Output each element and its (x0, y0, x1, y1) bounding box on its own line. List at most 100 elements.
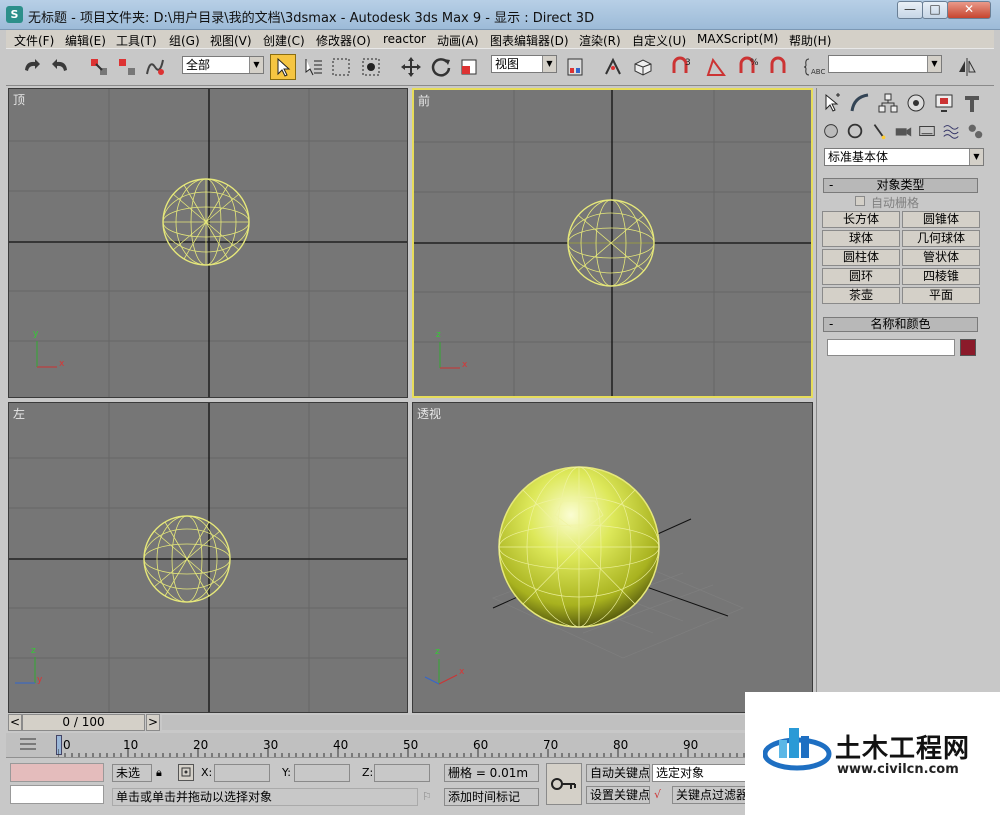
viewport-top[interactable]: 顶 y x (8, 88, 408, 398)
select-and-manipulate-icon[interactable] (600, 54, 626, 80)
edit-named-selection-icon[interactable]: ABC (801, 54, 827, 80)
time-tag-icon[interactable]: ⚐ (422, 790, 432, 803)
menu-views[interactable]: 视图(V) (210, 32, 252, 49)
display-tab-icon[interactable] (931, 90, 957, 116)
auto-key-button[interactable]: 自动关键点 (586, 764, 650, 782)
mirror-icon[interactable] (954, 54, 980, 80)
name-and-color-rollout[interactable]: - 名称和颜色 (823, 317, 978, 332)
unlink-selection-icon[interactable] (114, 54, 140, 80)
y-coordinate-input[interactable] (294, 764, 350, 782)
menu-customize[interactable]: 自定义(U) (632, 32, 686, 49)
shapes-icon[interactable] (845, 118, 865, 144)
viewport-perspective-canvas (424, 466, 745, 685)
menu-edit[interactable]: 编辑(E) (65, 32, 106, 49)
lock-icon[interactable]: 🔒︎ (156, 766, 162, 780)
rollout-collapse-icon: - (829, 178, 834, 192)
menu-group[interactable]: 组(G) (169, 32, 200, 49)
sphere-button[interactable]: 球体 (822, 230, 900, 247)
viewport-perspective[interactable]: 透视 z x (412, 402, 813, 713)
select-and-link-icon[interactable] (86, 54, 112, 80)
time-slider-track[interactable] (162, 715, 812, 730)
z-coordinate-input[interactable] (374, 764, 430, 782)
torus-button[interactable]: 圆环 (822, 268, 900, 285)
teapot-button[interactable]: 茶壶 (822, 287, 900, 304)
lights-icon[interactable] (869, 118, 889, 144)
menu-animation[interactable]: 动画(A) (437, 32, 479, 49)
viewport-left[interactable]: 左 z y (8, 402, 408, 713)
pivot-center-icon[interactable] (562, 54, 588, 80)
maximize-button[interactable]: □ (922, 1, 948, 19)
menu-file[interactable]: 文件(F) (14, 32, 54, 49)
maxscript-listener-mini[interactable] (10, 763, 104, 782)
select-object-icon[interactable] (270, 54, 296, 80)
rectangular-selection-icon[interactable] (328, 54, 354, 80)
create-tab-icon[interactable] (819, 90, 845, 116)
select-and-rotate-icon[interactable] (428, 54, 454, 80)
percent-snap-icon[interactable]: % (735, 54, 761, 80)
select-by-name-icon[interactable] (300, 54, 326, 80)
undo-icon[interactable] (18, 54, 44, 80)
menu-create[interactable]: 创建(C) (263, 32, 305, 49)
snaps-toggle-icon[interactable]: 3 (668, 54, 694, 80)
menu-graph-editors[interactable]: 图表编辑器(D) (490, 32, 569, 49)
auto-grid-checkbox[interactable] (855, 196, 865, 206)
cone-button[interactable]: 圆锥体 (902, 211, 980, 228)
spinner-snap-icon[interactable] (766, 54, 792, 80)
utilities-tab-icon[interactable] (959, 90, 985, 116)
open-mini-curve-editor-icon[interactable] (18, 736, 38, 752)
helpers-icon[interactable] (917, 118, 937, 144)
hierarchy-tab-icon[interactable] (875, 90, 901, 116)
named-selection-dropdown[interactable]: ▼ (828, 55, 942, 73)
plane-button[interactable]: 平面 (902, 287, 980, 304)
systems-icon[interactable] (965, 118, 985, 144)
minimize-button[interactable]: — (897, 1, 923, 19)
select-and-move-icon[interactable] (398, 54, 424, 80)
keyboard-shortcut-override-icon[interactable] (630, 54, 656, 80)
box-button[interactable]: 长方体 (822, 211, 900, 228)
close-button[interactable]: ✕ (947, 1, 991, 19)
x-coordinate-label: X: (201, 766, 213, 779)
3ds-max-icon[interactable]: S (6, 6, 23, 23)
modify-tab-icon[interactable] (847, 90, 873, 116)
viewport-front[interactable]: 前 z x (412, 88, 813, 398)
time-slider-thumb[interactable]: 0 / 100 (22, 714, 145, 731)
menu-modifiers[interactable]: 修改器(O) (316, 32, 371, 49)
menu-help[interactable]: 帮助(H) (789, 32, 831, 49)
space-warps-icon[interactable] (941, 118, 961, 144)
primitive-category-dropdown[interactable]: 标准基本体 ▼ (824, 148, 984, 166)
angle-snap-icon[interactable] (703, 54, 729, 80)
cameras-icon[interactable] (893, 118, 913, 144)
geosphere-button[interactable]: 几何球体 (902, 230, 980, 247)
absolute-mode-transform-icon[interactable] (178, 764, 194, 781)
axis-y-label: y (33, 329, 39, 339)
time-slider-prev-button[interactable]: < (8, 714, 22, 731)
menu-reactor[interactable]: reactor (383, 32, 426, 46)
select-and-scale-icon[interactable] (456, 54, 482, 80)
pyramid-button[interactable]: 四棱锥 (902, 268, 980, 285)
set-key-button[interactable]: 设置关键点 (586, 786, 650, 804)
geometry-icon[interactable] (821, 118, 841, 144)
redo-icon[interactable] (48, 54, 74, 80)
x-coordinate-input[interactable] (214, 764, 270, 782)
motion-tab-icon[interactable] (903, 90, 929, 116)
key-filters-button[interactable]: 关键点过滤器 (672, 786, 748, 804)
selection-filter-dropdown[interactable]: 全部 ▼ (182, 56, 264, 74)
prompt-line: 单击或单击并拖动以选择对象 (112, 788, 418, 806)
add-time-tag-button[interactable]: 添加时间标记 (444, 788, 539, 806)
menu-rendering[interactable]: 渲染(R) (579, 32, 621, 49)
window-crossing-icon[interactable] (358, 54, 384, 80)
object-type-rollout[interactable]: - 对象类型 (823, 178, 978, 193)
menu-maxscript[interactable]: MAXScript(M) (697, 32, 778, 46)
tube-button[interactable]: 管状体 (902, 249, 980, 266)
reference-coordinate-dropdown[interactable]: 视图 ▼ (491, 55, 557, 73)
bind-to-space-warp-icon[interactable] (142, 54, 168, 80)
key-mode-dropdown[interactable]: 选定对象 (652, 764, 746, 782)
time-slider-next-button[interactable]: > (146, 714, 160, 731)
maxscript-output-mini[interactable] (10, 785, 104, 804)
set-key-icon[interactable] (546, 763, 582, 805)
object-color-swatch[interactable] (960, 339, 976, 356)
key-filter-icon[interactable]: √ (654, 788, 670, 805)
menu-tools[interactable]: 工具(T) (116, 32, 157, 49)
object-name-input[interactable] (827, 339, 955, 356)
cylinder-button[interactable]: 圆柱体 (822, 249, 900, 266)
